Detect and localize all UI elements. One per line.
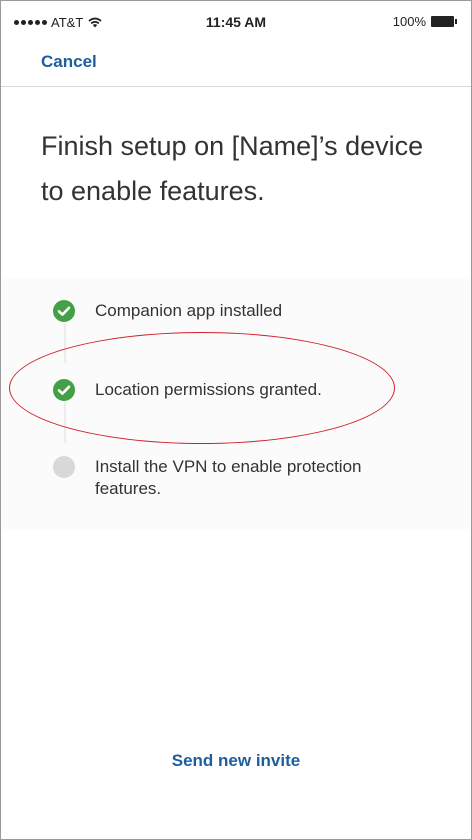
step-connector (64, 399, 66, 443)
battery-percent: 100% (392, 14, 426, 29)
step-connector (64, 323, 66, 363)
page-title: Finish setup on [Name]’s device to enabl… (41, 131, 424, 206)
send-new-invite-button[interactable]: Send new invite (1, 751, 471, 771)
setup-step-install-vpn: Install the VPN to enable protection fea… (53, 456, 415, 500)
setup-steps-list: Companion app installed Location permiss… (1, 279, 471, 529)
check-circle-icon (53, 300, 75, 322)
step-label: Companion app installed (95, 301, 283, 320)
setup-step-location-permissions: Location permissions granted. (53, 379, 415, 401)
step-label: Location permissions granted. (95, 380, 322, 399)
step-label: Install the VPN to enable protection fea… (95, 457, 362, 498)
status-battery-group: 100% (393, 14, 457, 29)
setup-step-companion-app: Companion app installed (53, 300, 415, 322)
empty-circle-icon (53, 456, 75, 478)
phone-screen: AT&T 11:45 AM 100% Cancel Finish setup o… (0, 0, 472, 840)
navigation-bar: Cancel (1, 41, 471, 87)
status-bar: AT&T 11:45 AM 100% (1, 1, 471, 41)
battery-icon (431, 16, 457, 27)
cancel-button[interactable]: Cancel (41, 52, 97, 72)
check-circle-icon (53, 379, 75, 401)
